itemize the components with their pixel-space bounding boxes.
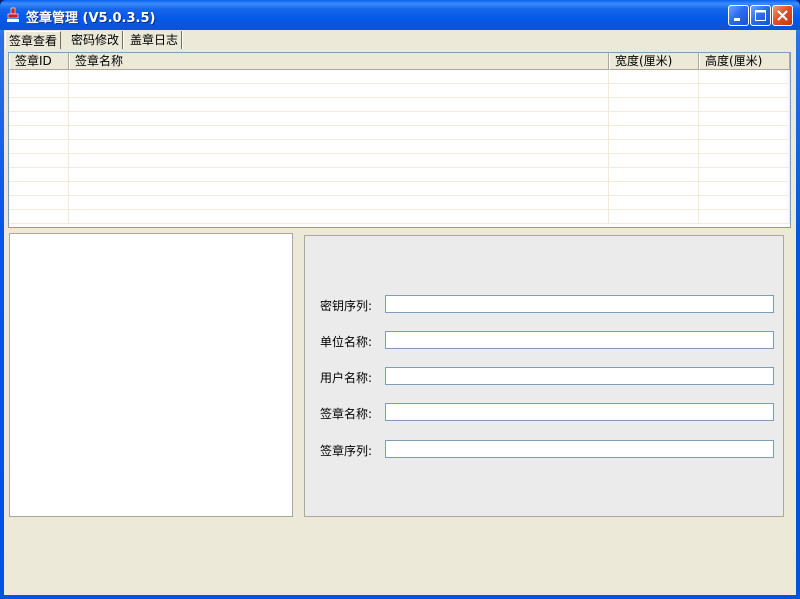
table-cell	[69, 140, 609, 153]
table-cell	[699, 140, 790, 153]
table-cell	[699, 196, 790, 209]
app-window: 签章管理 (V5.0.3.5) 签章查看 密码修改 盖章日志 签章ID 签章名称…	[0, 0, 800, 599]
unit-name-label: 单位名称:	[320, 335, 373, 349]
tab-strip: 签章查看 密码修改 盖章日志	[4, 30, 796, 50]
table-cell	[69, 210, 609, 223]
table-cell	[69, 154, 609, 167]
table-row[interactable]	[9, 84, 790, 98]
table-cell	[9, 70, 69, 83]
form-row: 单位名称:	[305, 331, 785, 351]
table-cell	[609, 182, 699, 195]
table-cell	[9, 210, 69, 223]
table-row[interactable]	[9, 112, 790, 126]
table-cell	[9, 140, 69, 153]
table-cell	[609, 154, 699, 167]
column-header-seal-id[interactable]: 签章ID	[9, 53, 69, 70]
seal-serial-field[interactable]	[385, 440, 774, 458]
form-row: 密钥序列:	[305, 295, 785, 315]
table-cell	[699, 126, 790, 139]
table-row[interactable]	[9, 126, 790, 140]
table-header: 签章ID 签章名称 宽度(厘米) 高度(厘米)	[9, 53, 790, 70]
seal-stamp-icon	[6, 7, 20, 23]
table-row[interactable]	[9, 154, 790, 168]
table-row[interactable]	[9, 140, 790, 154]
table-cell	[69, 70, 609, 83]
table-cell	[9, 182, 69, 195]
table-cell	[609, 98, 699, 111]
column-header-height[interactable]: 高度(厘米)	[699, 53, 790, 70]
table-cell	[699, 182, 790, 195]
form-row: 签章序列:	[305, 440, 785, 460]
maximize-button[interactable]	[750, 5, 771, 26]
table-cell	[69, 182, 609, 195]
table-cell	[699, 168, 790, 181]
close-icon	[777, 10, 788, 21]
unit-name-field[interactable]	[385, 331, 774, 349]
table-cell	[699, 210, 790, 223]
table-cell	[69, 196, 609, 209]
table-cell	[699, 154, 790, 167]
table-row[interactable]	[9, 182, 790, 196]
table-cell	[69, 168, 609, 181]
table-cell	[609, 70, 699, 83]
table-cell	[9, 168, 69, 181]
table-cell	[609, 84, 699, 97]
column-header-seal-name[interactable]: 签章名称	[69, 53, 609, 70]
minimize-icon	[734, 18, 740, 21]
tab-password-change[interactable]: 密码修改	[68, 31, 124, 49]
tab-seal-view[interactable]: 签章查看	[5, 31, 62, 49]
seal-info-panel: 密钥序列: 单位名称: 用户名称: 签章名称: 签章序列:	[304, 235, 784, 517]
table-cell	[609, 126, 699, 139]
seal-name-field[interactable]	[385, 403, 774, 421]
table-body	[9, 70, 790, 227]
table-cell	[9, 112, 69, 125]
key-serial-label: 密钥序列:	[320, 299, 373, 313]
table-row[interactable]	[9, 168, 790, 182]
table-cell	[9, 154, 69, 167]
table-cell	[9, 98, 69, 111]
table-cell	[609, 168, 699, 181]
table-row[interactable]	[9, 196, 790, 210]
column-header-width[interactable]: 宽度(厘米)	[609, 53, 699, 70]
seal-name-label: 签章名称:	[320, 407, 373, 421]
table-cell	[69, 126, 609, 139]
table-cell	[9, 196, 69, 209]
key-serial-field[interactable]	[385, 295, 774, 313]
table-cell	[609, 112, 699, 125]
seal-preview-panel	[9, 233, 293, 517]
table-cell	[609, 140, 699, 153]
table-cell	[609, 196, 699, 209]
table-row[interactable]	[9, 210, 790, 224]
table-cell	[699, 112, 790, 125]
maximize-icon	[755, 10, 766, 21]
table-cell	[69, 84, 609, 97]
table-cell	[609, 210, 699, 223]
table-cell	[699, 70, 790, 83]
table-cell	[699, 84, 790, 97]
seal-table[interactable]: 签章ID 签章名称 宽度(厘米) 高度(厘米)	[8, 52, 791, 228]
user-name-field[interactable]	[385, 367, 774, 385]
form-row: 用户名称:	[305, 367, 785, 387]
table-row[interactable]	[9, 98, 790, 112]
table-cell	[699, 98, 790, 111]
minimize-button[interactable]	[728, 5, 749, 26]
seal-serial-label: 签章序列:	[320, 444, 373, 458]
close-button[interactable]	[772, 5, 793, 26]
form-row: 签章名称:	[305, 403, 785, 423]
window-title: 签章管理 (V5.0.3.5)	[26, 11, 156, 26]
table-cell	[69, 112, 609, 125]
table-row[interactable]	[9, 70, 790, 84]
table-cell	[9, 84, 69, 97]
user-name-label: 用户名称:	[320, 371, 373, 385]
title-bar[interactable]: 签章管理 (V5.0.3.5)	[0, 0, 800, 30]
table-cell	[9, 126, 69, 139]
tab-stamp-log[interactable]: 盖章日志	[127, 31, 183, 49]
table-cell	[69, 98, 609, 111]
client-area: 签章查看 密码修改 盖章日志 签章ID 签章名称 宽度(厘米) 高度(厘米) 密…	[4, 30, 796, 595]
